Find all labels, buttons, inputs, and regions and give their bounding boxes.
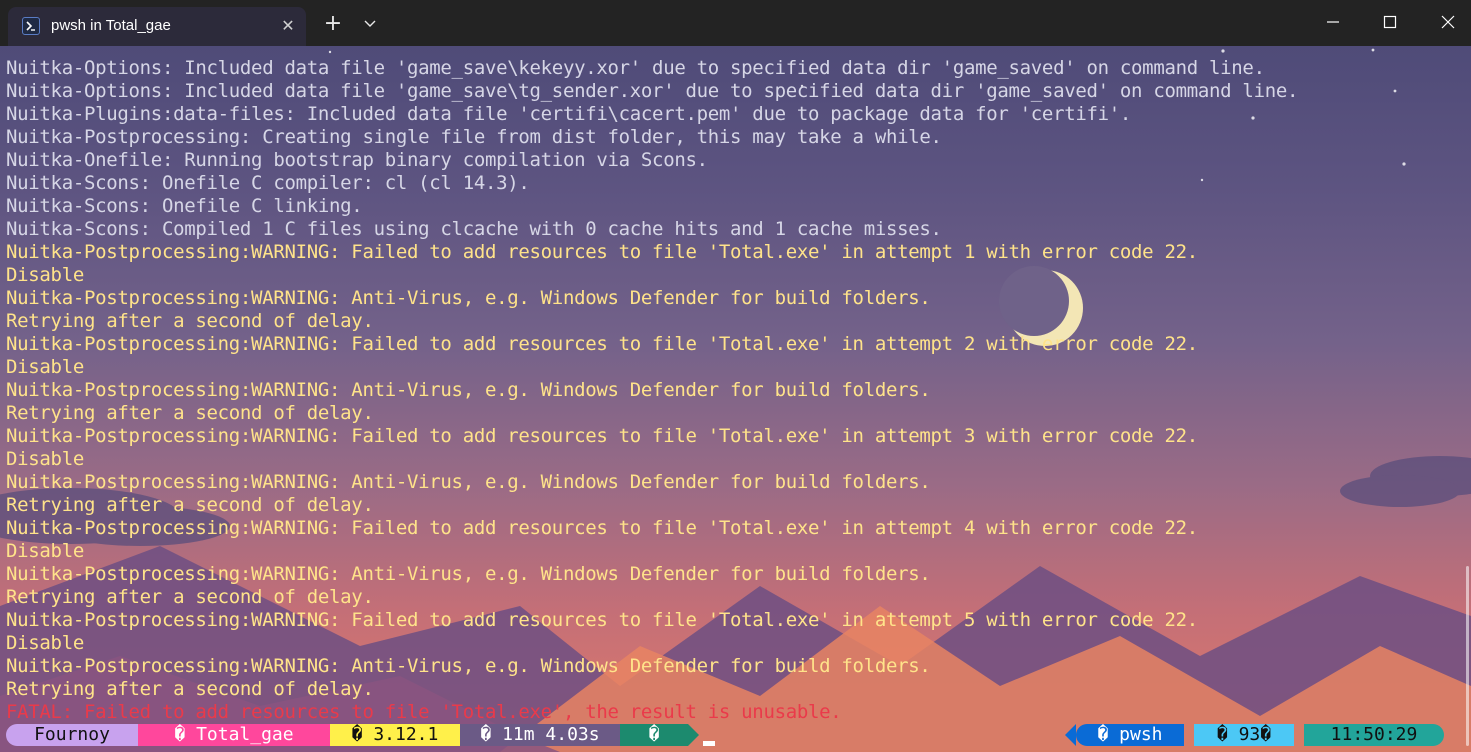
terminal-window: pwsh in Total_gae ✕ + Nuitka-Options: In… xyxy=(0,0,1471,752)
output-line-warn: Disable xyxy=(6,632,84,654)
output-line-warn: Retrying after a second of delay. xyxy=(6,678,374,700)
tab-pwsh[interactable]: pwsh in Total_gae ✕ xyxy=(8,7,306,46)
prompt-bar: Fournoy � Total_gae � 3.12.1 � 11m 4.03s… xyxy=(0,724,1471,746)
output-line-warn: Nuitka-Postprocessing:WARNING: Anti-Viru… xyxy=(6,655,931,677)
output-line-warn: Nuitka-Postprocessing:WARNING: Anti-Viru… xyxy=(6,379,931,401)
prompt-end-arrow xyxy=(688,724,699,746)
right-prompt-arrow xyxy=(1065,724,1076,746)
output-line-warn: Retrying after a second of delay. xyxy=(6,494,374,516)
output-line-fatal: FATAL: Failed to add resources to file '… xyxy=(6,701,842,723)
output-line-warn: Nuitka-Postprocessing:WARNING: Anti-Viru… xyxy=(6,287,931,309)
output-line-warn: Disable xyxy=(6,264,84,286)
output-line-info: Nuitka-Options: Included data file 'game… xyxy=(6,57,1265,79)
terminal-pane[interactable]: Nuitka-Options: Included data file 'game… xyxy=(0,46,1471,752)
output-line-info: Nuitka-Scons: Onefile C linking. xyxy=(6,195,363,217)
prompt-duration-segment: � 11m 4.03s xyxy=(460,724,620,746)
output-line-warn: Disable xyxy=(6,448,84,470)
output-line-warn: Nuitka-Postprocessing:WARNING: Anti-Viru… xyxy=(6,471,931,493)
output-line-info: Nuitka-Scons: Compiled 1 C files using c… xyxy=(6,218,942,240)
output-line-info: Nuitka-Plugins:data-files: Included data… xyxy=(6,103,1132,125)
prompt-shell-segment: � pwsh xyxy=(1076,724,1184,746)
output-line-warn: Retrying after a second of delay. xyxy=(6,402,374,424)
output-line-info: Nuitka-Postprocessing: Creating single f… xyxy=(6,126,942,148)
prompt-exit-code-segment: � 93� xyxy=(1194,724,1294,746)
window-close-icon[interactable] xyxy=(1425,0,1471,44)
prompt-status-segment: � xyxy=(620,724,688,746)
output-line-info: Nuitka-Options: Included data file 'game… xyxy=(6,80,1299,102)
output-line-info: Nuitka-Onefile: Running bootstrap binary… xyxy=(6,149,708,171)
prompt-python-segment: � 3.12.1 xyxy=(330,724,460,746)
minimize-icon[interactable] xyxy=(1310,0,1356,44)
scrollbar[interactable] xyxy=(1466,566,1469,746)
terminal-output: Nuitka-Options: Included data file 'game… xyxy=(6,57,1461,724)
prompt-clock-segment: 11:50:29 xyxy=(1304,724,1444,746)
close-icon[interactable]: ✕ xyxy=(278,16,298,36)
maximize-icon[interactable] xyxy=(1367,0,1413,44)
prompt-path-segment: � Total_gae xyxy=(138,724,330,746)
output-line-warn: Disable xyxy=(6,356,84,378)
powershell-icon xyxy=(22,17,40,35)
output-line-warn: Retrying after a second of delay. xyxy=(6,310,374,332)
output-line-info: Nuitka-Scons: Onefile C compiler: cl (cl… xyxy=(6,172,530,194)
output-line-warn: Nuitka-Postprocessing:WARNING: Failed to… xyxy=(6,517,1198,539)
output-line-warn: Nuitka-Postprocessing:WARNING: Failed to… xyxy=(6,425,1198,447)
output-line-warn: Disable xyxy=(6,540,84,562)
chevron-down-icon[interactable] xyxy=(356,10,384,38)
title-bar: pwsh in Total_gae ✕ + xyxy=(0,0,1471,46)
output-line-warn: Nuitka-Postprocessing:WARNING: Failed to… xyxy=(6,609,1198,631)
text-cursor xyxy=(703,741,715,746)
output-line-warn: Retrying after a second of delay. xyxy=(6,586,374,608)
output-line-warn: Nuitka-Postprocessing:WARNING: Failed to… xyxy=(6,241,1198,263)
prompt-user-segment: Fournoy xyxy=(6,724,138,746)
plus-icon[interactable]: + xyxy=(319,10,347,38)
output-line-warn: Nuitka-Postprocessing:WARNING: Failed to… xyxy=(6,333,1198,355)
output-line-warn: Nuitka-Postprocessing:WARNING: Anti-Viru… xyxy=(6,563,931,585)
tab-title: pwsh in Total_gae xyxy=(51,17,171,34)
